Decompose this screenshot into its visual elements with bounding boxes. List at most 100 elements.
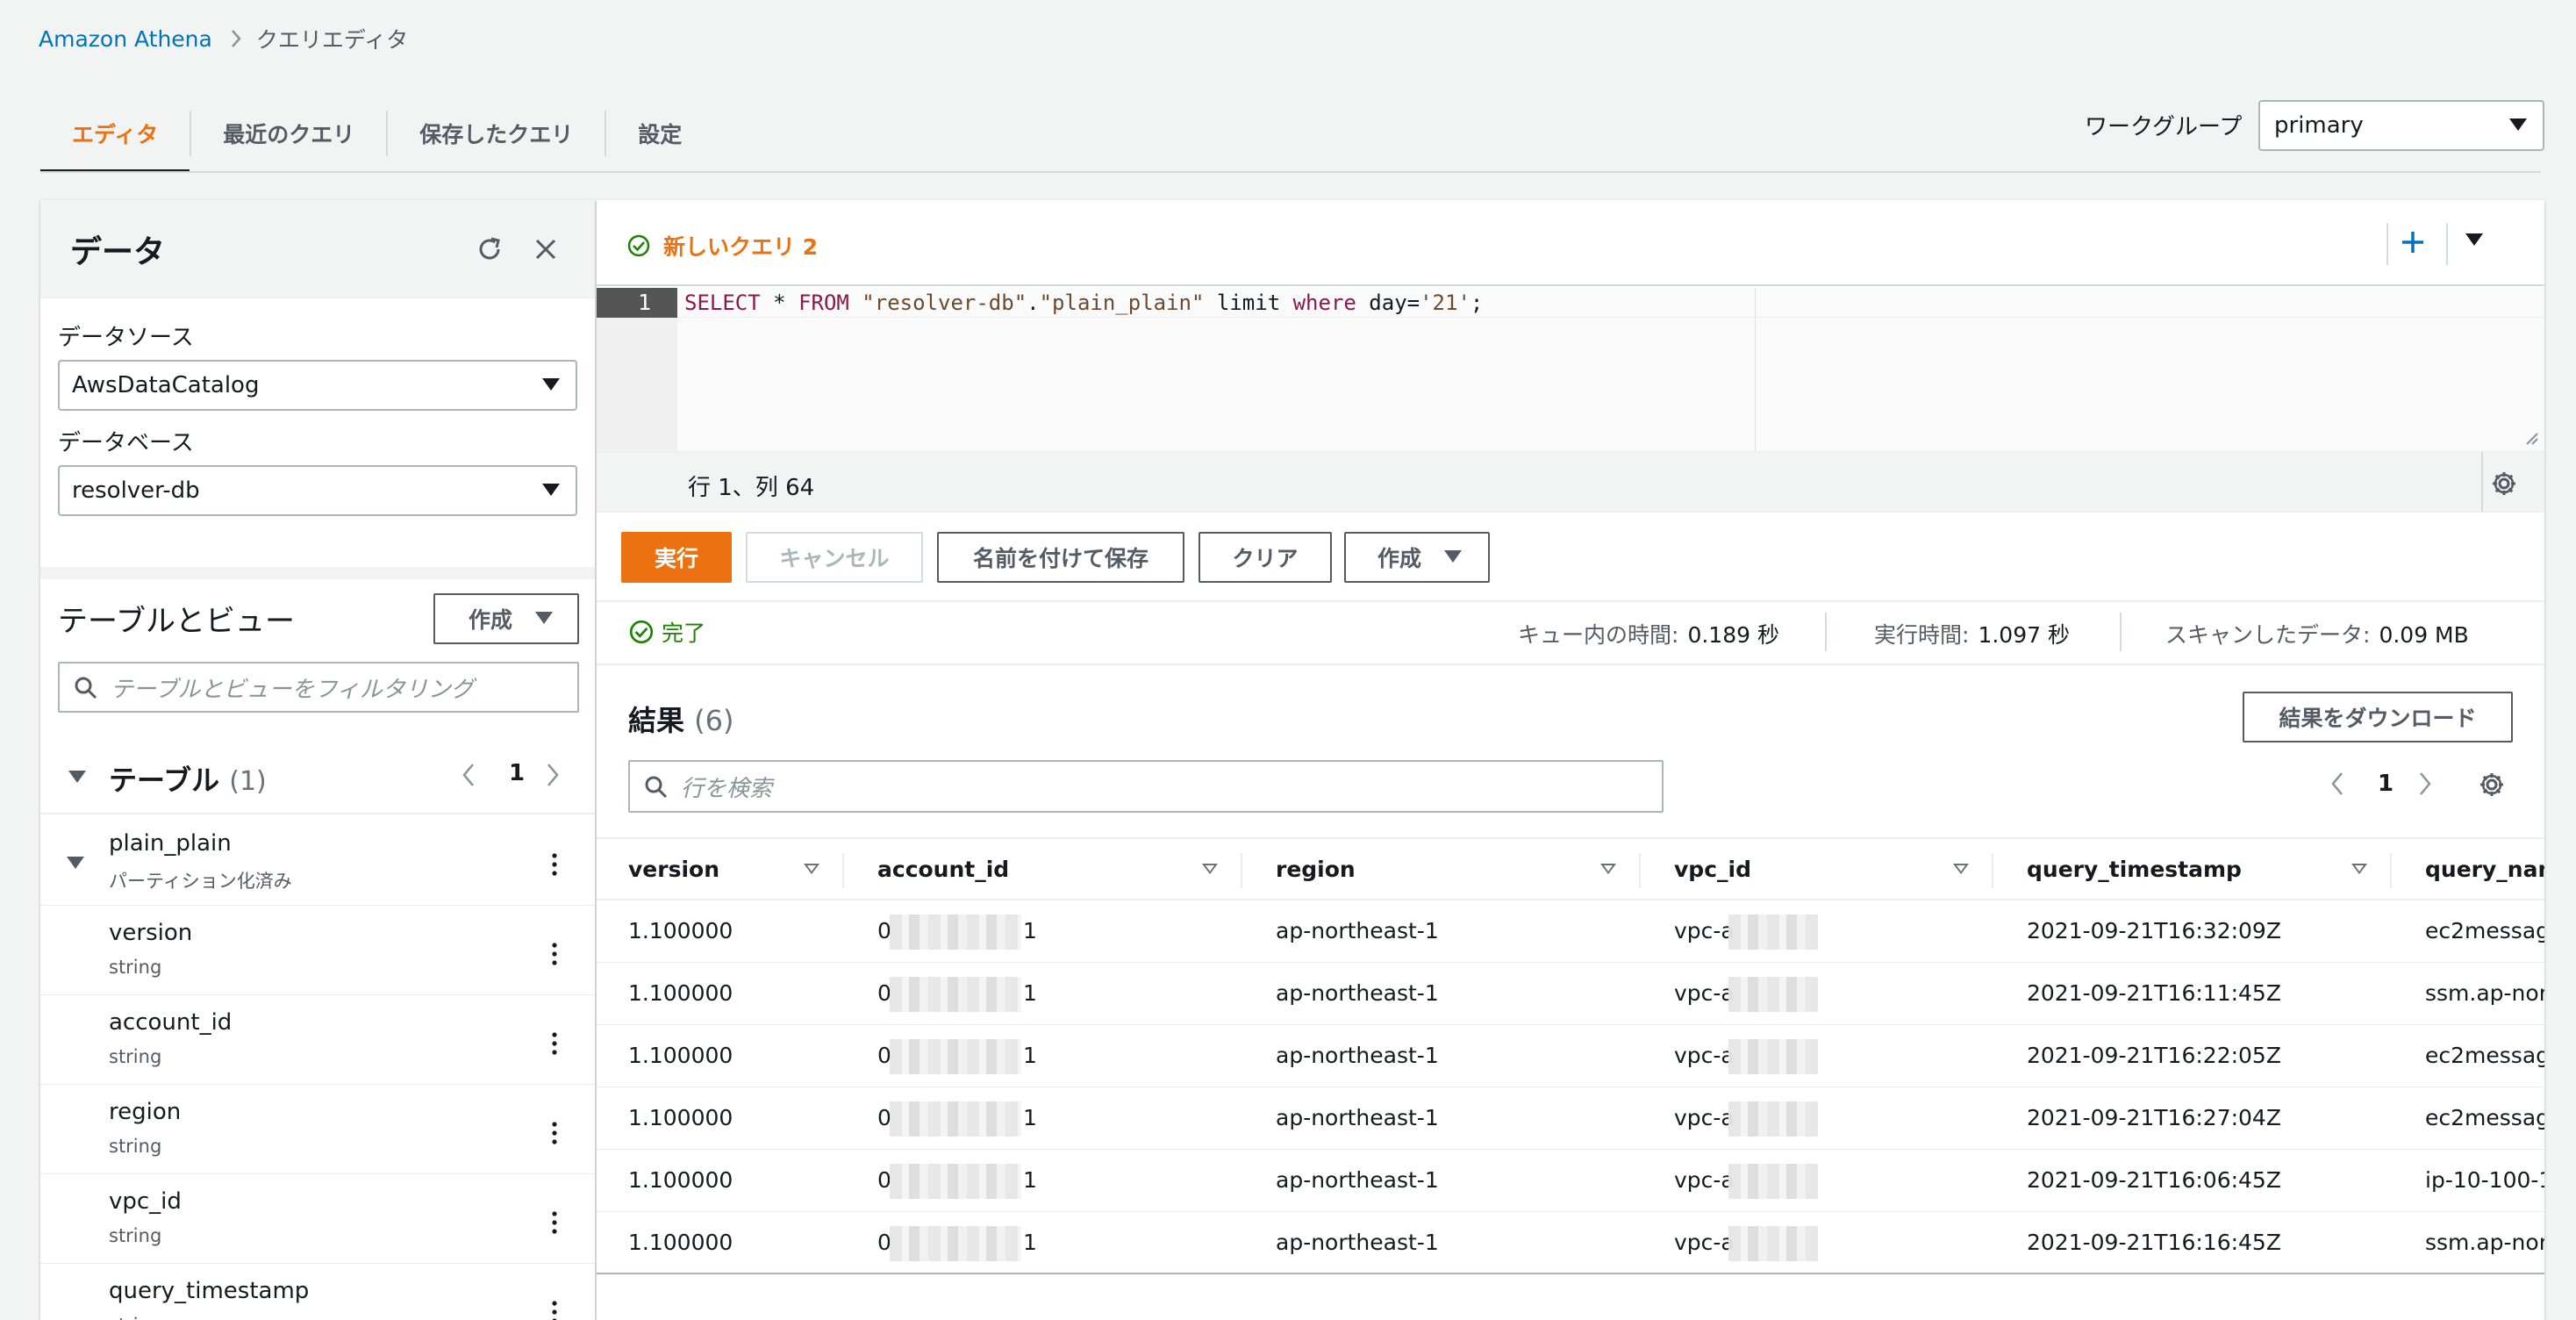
refresh-icon[interactable] bbox=[472, 232, 507, 267]
cell-query-name: ssm.ap-nort bbox=[2425, 1230, 2544, 1255]
cell-query-timestamp: 2021-09-21T16:32:09Z bbox=[2027, 918, 2281, 943]
column-divider[interactable] bbox=[1992, 853, 1993, 888]
chevron-right-icon[interactable] bbox=[2418, 771, 2432, 797]
plus-icon[interactable] bbox=[2386, 223, 2439, 262]
sort-icon[interactable] bbox=[1600, 864, 1616, 874]
close-icon[interactable] bbox=[528, 232, 563, 267]
gear-icon[interactable] bbox=[2490, 470, 2518, 498]
kebab-icon[interactable] bbox=[544, 1297, 565, 1320]
cancel-button[interactable]: キャンセル bbox=[746, 532, 923, 583]
tables-filter-input[interactable]: テーブルとビューをフィルタリング bbox=[58, 662, 579, 713]
table-row: 1.100000 0 1 ap-northeast-1 vpc-a 2021-0… bbox=[597, 900, 2544, 963]
clear-button[interactable]: クリア bbox=[1199, 532, 1332, 583]
cell-query-timestamp: 2021-09-21T16:16:45Z bbox=[2027, 1230, 2281, 1255]
print-margin bbox=[1755, 288, 1756, 451]
kebab-icon[interactable] bbox=[544, 1208, 565, 1238]
kebab-icon[interactable] bbox=[544, 850, 565, 879]
run-time: 実行時間: 1.097 秒 bbox=[1874, 618, 2070, 649]
search-placeholder: 行を検索 bbox=[681, 775, 773, 802]
column-header-region[interactable]: region bbox=[1276, 839, 1356, 900]
cell-account-id-end: 1 bbox=[1023, 1230, 1037, 1255]
main-tabs: エディタ 最近のクエリ 保存したクエリ 設定 bbox=[40, 95, 713, 173]
cell-region: ap-northeast-1 bbox=[1276, 1105, 1439, 1130]
column-item[interactable]: vpc_id string bbox=[40, 1174, 595, 1264]
sort-icon[interactable] bbox=[1953, 864, 1969, 874]
query-tab-new-query-2[interactable]: 新しいクエリ 2 bbox=[626, 230, 818, 262]
column-divider[interactable] bbox=[2390, 853, 2392, 888]
resize-grip-icon[interactable] bbox=[2522, 428, 2539, 446]
results-title: 結果 (6) bbox=[628, 699, 733, 739]
kebab-icon[interactable] bbox=[544, 1118, 565, 1148]
run-button[interactable]: 実行 bbox=[621, 532, 732, 583]
download-results-button[interactable]: 結果をダウンロード bbox=[2243, 692, 2513, 742]
workgroup-select[interactable]: primary bbox=[2258, 100, 2544, 151]
expand-icon[interactable] bbox=[68, 771, 86, 783]
create-button[interactable]: 作成 bbox=[1344, 532, 1490, 583]
column-divider[interactable] bbox=[1241, 853, 1242, 888]
cell-query-timestamp: 2021-09-21T16:11:45Z bbox=[2027, 980, 2281, 1006]
expand-icon[interactable] bbox=[67, 857, 84, 869]
status-text: 完了 bbox=[662, 621, 706, 646]
column-divider[interactable] bbox=[842, 853, 844, 888]
database-label: データベース bbox=[58, 430, 194, 456]
kebab-icon[interactable] bbox=[544, 939, 565, 969]
cell-query-timestamp: 2021-09-21T16:22:05Z bbox=[2027, 1043, 2281, 1068]
tab-editor[interactable]: エディタ bbox=[40, 95, 190, 173]
tab-recent-queries[interactable]: 最近のクエリ bbox=[191, 95, 386, 172]
column-name: query_timestamp bbox=[109, 1278, 310, 1304]
column-divider[interactable] bbox=[1639, 853, 1641, 888]
column-item[interactable]: account_id string bbox=[40, 995, 595, 1085]
cell-query-name: ec2message bbox=[2425, 918, 2544, 943]
tables-section-header[interactable]: テーブル (1) 1 bbox=[40, 739, 595, 814]
redacted-mask bbox=[1728, 1039, 1818, 1074]
save-as-button[interactable]: 名前を付けて保存 bbox=[937, 532, 1184, 583]
column-item[interactable]: query_timestamp string bbox=[40, 1264, 595, 1320]
caret-down-icon bbox=[542, 484, 560, 496]
table-row: 1.100000 0 1 ap-northeast-1 vpc-a 2021-0… bbox=[597, 963, 2544, 1025]
column-header-query-name[interactable]: query_nam bbox=[2425, 839, 2544, 900]
redacted-mask bbox=[890, 915, 1021, 950]
column-name: vpc_id bbox=[109, 1188, 182, 1215]
cell-vpc-id: vpc-a bbox=[1674, 1043, 1735, 1068]
cell-version: 1.100000 bbox=[628, 1105, 733, 1130]
search-icon bbox=[644, 775, 669, 800]
table-partition-note: パーティション化済み bbox=[109, 871, 292, 892]
table-item-plain-plain[interactable]: plain_plain パーティション化済み bbox=[40, 816, 595, 906]
chevron-left-icon[interactable] bbox=[462, 762, 476, 788]
check-circle-icon bbox=[629, 620, 654, 644]
editor-button-bar: 実行 キャンセル 名前を付けて保存 クリア 作成 bbox=[597, 513, 2544, 600]
chevron-right-icon[interactable] bbox=[546, 762, 560, 788]
kebab-icon[interactable] bbox=[544, 1029, 565, 1058]
create-label: 作成 bbox=[1377, 546, 1422, 571]
column-header-version[interactable]: version bbox=[628, 839, 719, 900]
divider bbox=[1825, 613, 1827, 651]
column-header-vpc-id[interactable]: vpc_id bbox=[1674, 839, 1751, 900]
tables-create-button[interactable]: 作成 bbox=[433, 593, 579, 644]
breadcrumb-athena-link[interactable]: Amazon Athena bbox=[39, 26, 212, 52]
chevron-left-icon[interactable] bbox=[2330, 771, 2344, 797]
cell-query-timestamp: 2021-09-21T16:06:45Z bbox=[2027, 1167, 2281, 1193]
breadcrumb: Amazon Athena クエリエディタ bbox=[39, 21, 408, 56]
datasource-select[interactable]: AwsDataCatalog bbox=[58, 360, 577, 411]
sort-icon[interactable] bbox=[2351, 864, 2367, 874]
column-type: string bbox=[109, 1136, 162, 1157]
tab-saved-queries[interactable]: 保存したクエリ bbox=[388, 95, 605, 172]
row-search-input[interactable]: 行を検索 bbox=[628, 760, 1664, 813]
column-header-query-timestamp[interactable]: query_timestamp bbox=[2027, 839, 2242, 900]
section-divider bbox=[40, 567, 595, 579]
sort-icon[interactable] bbox=[1202, 864, 1218, 874]
sql-query-text[interactable]: SELECT * FROM "resolver-db"."plain_plain… bbox=[684, 288, 1483, 318]
column-header-account-id[interactable]: account_id bbox=[877, 839, 1009, 900]
sql-code-editor[interactable]: 1 SELECT * FROM "resolver-db"."plain_pla… bbox=[597, 288, 2544, 451]
tab-settings[interactable]: 設定 bbox=[606, 95, 713, 172]
table-name: plain_plain bbox=[109, 830, 232, 857]
cell-vpc-id: vpc-a bbox=[1674, 918, 1735, 943]
column-type: string bbox=[109, 1315, 161, 1320]
sort-icon[interactable] bbox=[804, 864, 819, 874]
column-item[interactable]: version string bbox=[40, 906, 595, 995]
database-select[interactable]: resolver-db bbox=[58, 465, 577, 516]
queue-time-label: キュー内の時間: bbox=[1518, 622, 1679, 648]
caret-down-icon[interactable] bbox=[2465, 233, 2483, 246]
gear-icon[interactable] bbox=[2478, 771, 2506, 799]
column-item[interactable]: region string bbox=[40, 1085, 595, 1174]
